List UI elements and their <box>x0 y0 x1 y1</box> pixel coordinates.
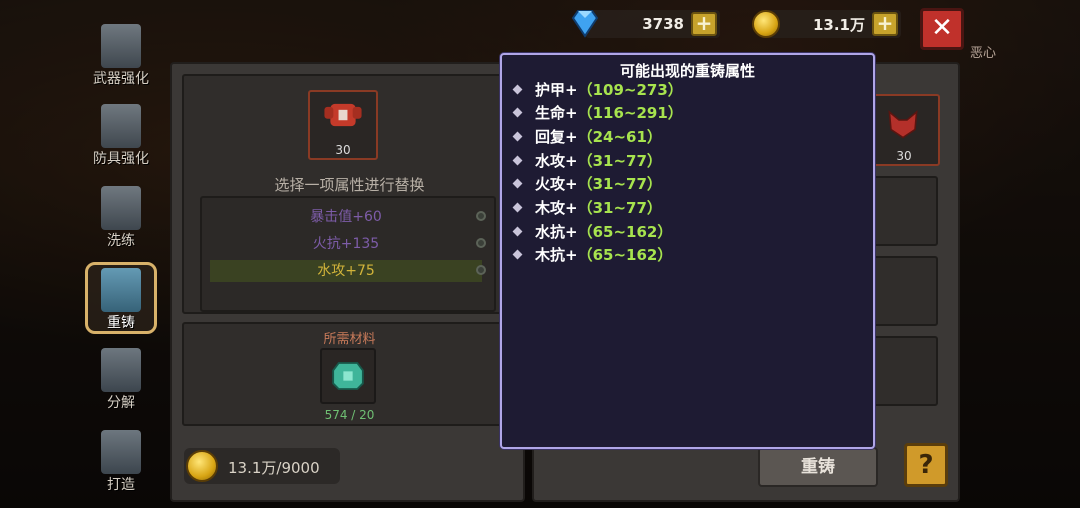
attribute-row: 生命+ （116~291） <box>512 103 683 123</box>
radio-icon <box>476 211 486 221</box>
attribute-section: 30 选择一项属性进行替换 暴击值+60 火抗+135 水攻+75 <box>182 74 517 314</box>
attribute-range: （31~77） <box>577 175 662 194</box>
attribute-option-text: 火抗+135 <box>312 236 380 252</box>
attribute-range: （31~77） <box>577 199 662 217</box>
forge-hammer-icon <box>101 430 141 474</box>
menu-item-label: 分解 <box>107 395 135 411</box>
attribute-row: 木攻+ （31~77） <box>512 198 662 218</box>
menu-item-2[interactable]: 防具强化 <box>85 98 157 170</box>
bullet-icon <box>512 178 523 189</box>
attribute-name: 火攻+ <box>535 175 578 194</box>
add-gems-button[interactable]: + <box>691 12 717 36</box>
coin-count: 13.1万 <box>812 15 865 34</box>
red-armor-icon <box>324 103 362 127</box>
attribute-name: 护甲+ <box>535 80 578 99</box>
attribute-row: 水抗+ （65~162） <box>512 221 673 241</box>
materials-title: 所需材料 <box>323 332 376 347</box>
right-hud-label: 恶心 <box>970 46 997 61</box>
menu-item-label: 重铸 <box>107 315 135 331</box>
red-helmet-icon <box>888 110 918 139</box>
attribute-option[interactable]: 水攻+75 <box>210 260 486 282</box>
bullet-icon <box>512 226 523 237</box>
gem-count: 3738 <box>642 15 684 33</box>
radio-icon <box>476 265 486 275</box>
game-screen: 3738 + 13.1万 + ✕ 恶心 武器强化 防具强化 洗练 重铸 分解 打造 30 … <box>0 0 1080 508</box>
close-button[interactable]: ✕ <box>920 8 964 50</box>
menu-item-5[interactable]: 分解 <box>85 342 157 414</box>
radio-icon <box>476 238 486 248</box>
coin-counter: 13.1万 + <box>752 10 901 38</box>
attribute-row: 水攻+ （31~77） <box>512 150 662 170</box>
attribute-option-text: 暴击值+60 <box>310 209 382 225</box>
attribute-option-text: 水攻+75 <box>317 263 375 279</box>
cauldron-icon <box>101 348 141 392</box>
coin-icon <box>186 450 218 482</box>
equipment-level: 30 <box>335 143 351 157</box>
attribute-name: 木攻+ <box>535 199 578 217</box>
bullet-icon <box>512 249 523 260</box>
option-list: 暴击值+60 火抗+135 水攻+75 <box>200 196 496 312</box>
menu-item-label: 洗练 <box>107 233 135 249</box>
armor-upgrade-icon <box>101 104 141 148</box>
bullet-icon <box>512 107 523 118</box>
attribute-name: 水攻+ <box>535 151 578 170</box>
recast-button[interactable]: 重铸 <box>758 447 878 487</box>
result-attr-box-3 <box>866 336 938 406</box>
instruction-text: 选择一项属性进行替换 <box>274 176 425 194</box>
menu-item-label: 防具强化 <box>93 151 149 167</box>
add-coins-button[interactable]: + <box>872 12 898 36</box>
attribute-row: 护甲+ （109~273） <box>512 79 683 99</box>
attribute-name: 木抗+ <box>535 246 578 265</box>
attribute-name: 生命+ <box>535 104 578 123</box>
menu-item-6[interactable]: 打造 <box>85 424 157 496</box>
attribute-row: 火攻+ （31~77） <box>512 174 662 194</box>
cost-text: 13.1万/9000 <box>228 459 320 477</box>
equipment-slot[interactable]: 30 <box>308 90 378 160</box>
gem-counter: 3738 + <box>571 10 720 38</box>
result-attr-box-2 <box>866 256 938 326</box>
possible-attributes-popup: 可能出现的重铸属性 护甲+ （109~273） 生命+ （116~291） 回复+ （24… <box>500 53 875 449</box>
menu-item-label: 武器强化 <box>93 71 149 87</box>
attribute-row: 木抗+ （65~162） <box>512 245 673 265</box>
menu-item-1[interactable]: 武器强化 <box>85 18 157 90</box>
result-attr-box-1 <box>866 176 938 246</box>
refine-sword-icon <box>101 186 141 230</box>
material-count: 574 / 20 <box>324 408 375 422</box>
attribute-range: （65~162） <box>577 246 673 265</box>
green-ore-icon <box>332 362 364 390</box>
sword-upgrade-icon <box>101 24 141 68</box>
attribute-range: （116~291） <box>577 104 683 123</box>
bullet-icon <box>512 155 523 166</box>
attribute-range: （109~273） <box>577 80 683 99</box>
help-button[interactable]: ? <box>904 443 948 487</box>
close-icon: ✕ <box>931 13 953 43</box>
materials-section: 所需材料 574 / 20 <box>182 322 517 426</box>
bullet-icon <box>512 84 523 94</box>
menu-item-4[interactable]: 重铸 <box>85 262 157 334</box>
menu-item-label: 打造 <box>107 477 135 493</box>
coin-icon <box>752 10 780 38</box>
recast-left-panel: 30 选择一项属性进行替换 暴击值+60 火抗+135 水攻+75 所需材料 574… <box>170 62 525 502</box>
attribute-range: （24~61） <box>577 127 662 146</box>
attribute-option[interactable]: 暴击值+60 <box>210 206 486 228</box>
attribute-option[interactable]: 火抗+135 <box>210 233 486 255</box>
question-icon: ? <box>918 450 934 480</box>
result-equipment-slot[interactable]: 30 <box>868 94 940 166</box>
attribute-name: 水抗+ <box>535 222 578 241</box>
menu-item-3[interactable]: 洗练 <box>85 180 157 252</box>
attribute-range: （65~162） <box>577 222 673 241</box>
attribute-name: 回复+ <box>535 127 578 146</box>
result-equipment-level: 30 <box>896 149 912 163</box>
armor-recast-icon <box>101 268 141 312</box>
attribute-row: 回复+ （24~61） <box>512 126 662 146</box>
bullet-icon <box>512 131 523 142</box>
bullet-icon <box>512 202 523 213</box>
attribute-range: （31~77） <box>577 151 662 170</box>
diamond-icon <box>571 10 599 38</box>
material-slot[interactable] <box>320 348 376 404</box>
cost-display: 13.1万/9000 <box>184 448 340 484</box>
